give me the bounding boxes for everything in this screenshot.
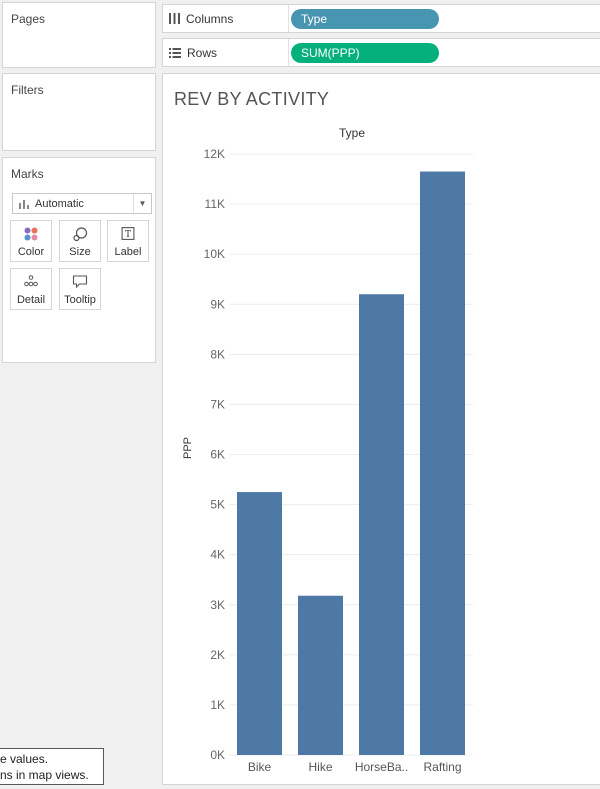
y-tick-label: 1K: [210, 698, 225, 712]
filters-card[interactable]: Filters: [2, 73, 156, 151]
chevron-down-icon[interactable]: ▼: [133, 194, 151, 213]
y-tick-label: 7K: [210, 397, 225, 411]
help-tooltip: e values. ns in map views.: [0, 748, 104, 785]
color-button[interactable]: Color: [10, 220, 52, 262]
y-tick-label: 4K: [210, 548, 225, 562]
y-tick-label: 6K: [210, 448, 225, 462]
y-tick-label: 3K: [210, 598, 225, 612]
y-axis-ticks: 0K 1K 2K 3K 4K 5K 6K 7K 8K 9K 10K 11K 12K: [204, 147, 225, 762]
x-axis-header: Type: [339, 126, 365, 140]
y-tick-label: 11K: [205, 197, 225, 211]
svg-text:T: T: [125, 230, 131, 240]
columns-icon: [169, 13, 180, 24]
bar-chart: Type PPP 0K 1K 2K 3K 4K 5K 6K 7K 8K 9K 10K 11K 12K B…: [182, 126, 473, 774]
mark-type-dropdown[interactable]: Automatic ▼: [12, 193, 152, 214]
detail-dots-icon: [24, 275, 38, 290]
size-icon: [73, 227, 88, 245]
x-tick-label: Rafting: [423, 760, 461, 774]
y-axis-title: PPP: [182, 437, 194, 459]
y-tick-label: 8K: [210, 347, 225, 361]
rows-label: Rows: [187, 45, 218, 60]
bar-bike[interactable]: [237, 492, 282, 755]
label-button-label: Label: [114, 246, 142, 258]
pages-card: Pages: [2, 2, 156, 68]
bar-hike[interactable]: [298, 595, 343, 755]
tooltip-line-1: e values.: [0, 752, 49, 766]
text-label-icon: T: [121, 227, 135, 243]
size-button[interactable]: Size: [59, 220, 101, 262]
y-tick-label: 2K: [210, 648, 225, 662]
marks-title: Marks: [11, 167, 44, 181]
x-axis-ticks: Bike Hike HorseBa.. Rafting: [248, 760, 462, 774]
view-card: REV BY ACTIVITY Type PPP 0K 1K 2K 3K 4K 5K 6K 7…: [162, 73, 600, 785]
type-dimension-pill[interactable]: Type: [291, 9, 439, 29]
y-tick-label: 9K: [210, 297, 225, 311]
bars: [237, 171, 465, 755]
mark-type-label: Automatic: [35, 197, 84, 210]
speech-bubble-icon: [72, 275, 88, 291]
y-tick-label: 5K: [210, 498, 225, 512]
tooltip-button[interactable]: Tooltip: [59, 268, 101, 310]
sum-ppp-measure-pill[interactable]: SUM(PPP): [291, 43, 439, 63]
x-tick-label: HorseBa..: [355, 760, 408, 774]
filters-title: Filters: [11, 83, 44, 97]
color-button-label: Color: [17, 246, 45, 258]
bar-rafting[interactable]: [420, 171, 465, 755]
marks-card: Marks Automatic ▼ Color Size T Label Det…: [2, 157, 156, 363]
y-tick-label: 10K: [204, 247, 225, 261]
columns-label: Columns: [186, 11, 234, 26]
y-tick-label: 0K: [210, 748, 225, 762]
columns-label-area: Columns: [169, 5, 289, 32]
bar-horseba[interactable]: [359, 294, 404, 755]
label-button[interactable]: T Label: [107, 220, 149, 262]
color-dots-icon: [24, 227, 38, 244]
y-tick-label: 12K: [204, 147, 225, 161]
x-tick-label: Hike: [308, 760, 332, 774]
pages-title: Pages: [11, 12, 46, 26]
detail-button-label: Detail: [16, 294, 46, 306]
x-tick-label: Bike: [248, 760, 272, 774]
rows-label-area: Rows: [169, 39, 289, 66]
rows-shelf[interactable]: Rows SUM(PPP): [162, 38, 600, 67]
bar-chart-icon: [13, 199, 35, 209]
columns-shelf[interactable]: Columns Type: [162, 4, 600, 33]
detail-button[interactable]: Detail: [10, 268, 52, 310]
tooltip-button-label: Tooltip: [64, 294, 96, 306]
size-button-label: Size: [69, 246, 91, 258]
tooltip-line-2: ns in map views.: [0, 768, 89, 782]
rows-icon: [169, 47, 181, 58]
